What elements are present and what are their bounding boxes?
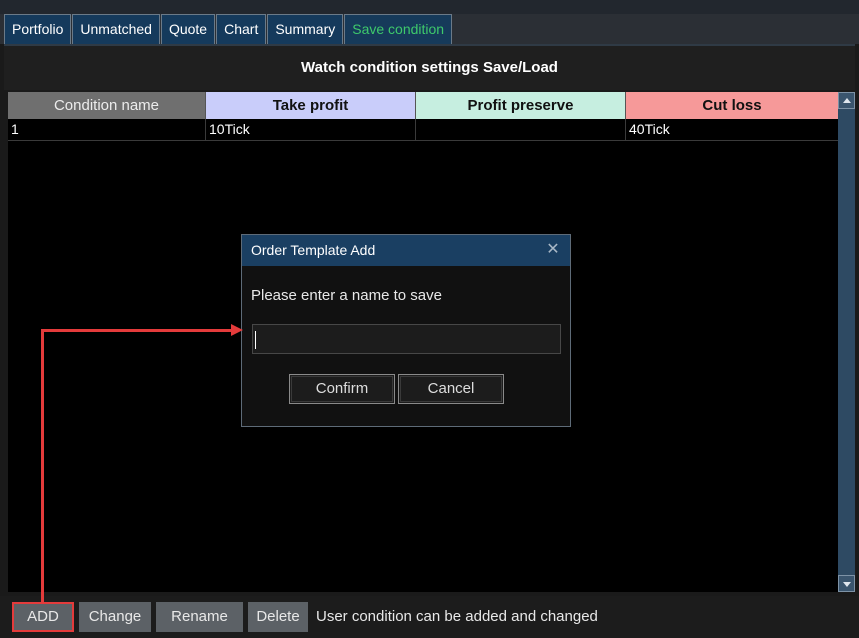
table-header: Condition name Take profit Profit preser… [8, 92, 838, 119]
table-row[interactable]: 1 10Tick 40Tick [8, 119, 838, 141]
confirm-button[interactable]: Confirm [289, 374, 395, 404]
app-window: Portfolio Unmatched Quote Chart Summary … [0, 0, 859, 638]
rename-button[interactable]: Rename [156, 602, 243, 632]
tab-portfolio[interactable]: Portfolio [4, 14, 72, 44]
column-header-condition-name[interactable]: Condition name [8, 92, 206, 119]
text-caret [255, 331, 256, 349]
cell-condition-name: 1 [8, 119, 206, 141]
cell-take-profit: 10Tick [206, 119, 416, 141]
add-button[interactable]: ADD [12, 602, 74, 632]
close-icon[interactable]: ✕ [545, 242, 561, 258]
column-header-take-profit[interactable]: Take profit [206, 92, 416, 119]
column-header-profit-preserve[interactable]: Profit preserve [416, 92, 626, 119]
template-name-input[interactable] [252, 324, 561, 354]
dialog-titlebar: Order Template Add ✕ [242, 235, 570, 266]
annotation-arrowhead-icon [231, 324, 243, 336]
tab-unmatched[interactable]: Unmatched [72, 14, 160, 44]
status-text: User condition can be added and changed [316, 608, 598, 625]
column-header-cut-loss[interactable]: Cut loss [626, 92, 838, 119]
tab-chart[interactable]: Chart [216, 14, 267, 44]
tab-save-condition[interactable]: Save condition [344, 14, 453, 44]
tab-list: Portfolio Unmatched Quote Chart Summary … [4, 14, 453, 44]
scroll-down-button[interactable] [838, 575, 855, 592]
panel-title: Watch condition settings Save/Load [4, 44, 855, 90]
arrow-up-icon [843, 98, 851, 103]
cell-profit-preserve [416, 119, 626, 141]
tab-bar: Portfolio Unmatched Quote Chart Summary … [0, 0, 859, 44]
bottom-toolbar: ADD Change Rename Delete User condition … [0, 596, 859, 638]
tab-summary[interactable]: Summary [267, 14, 344, 44]
arrow-down-icon [843, 582, 851, 587]
delete-button[interactable]: Delete [248, 602, 308, 632]
scroll-up-button[interactable] [838, 92, 855, 109]
cell-cut-loss: 40Tick [629, 121, 670, 137]
dialog-message: Please enter a name to save [251, 287, 442, 304]
order-template-add-dialog: Order Template Add ✕ Please enter a name… [241, 234, 571, 427]
annotation-arrow-vertical [41, 330, 44, 602]
tab-quote[interactable]: Quote [160, 14, 216, 44]
change-button[interactable]: Change [79, 602, 151, 632]
table-scrollbar[interactable] [838, 92, 855, 592]
cancel-button[interactable]: Cancel [398, 374, 504, 404]
annotation-arrow-horizontal [41, 329, 233, 332]
dialog-title: Order Template Add [251, 242, 376, 258]
